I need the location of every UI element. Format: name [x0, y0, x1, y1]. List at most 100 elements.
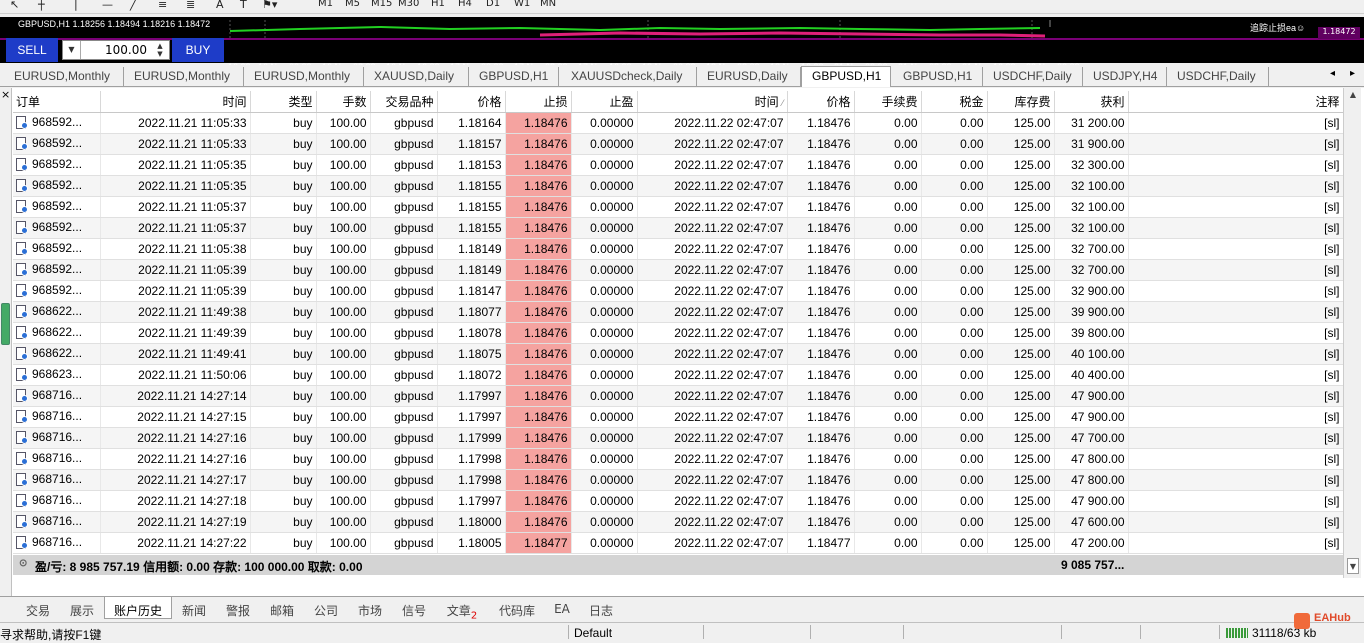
table-row[interactable]: 968592... 2022.11.21 11:05:35 buy 100.00 gbp… — [13, 175, 1344, 197]
table-row[interactable]: 968716... 2022.11.21 14:27:14 buy 100.00 gbp… — [13, 385, 1344, 407]
spin-arrows-icon[interactable]: ▲ ▼ — [153, 42, 167, 58]
vertical-line-icon[interactable]: | — [74, 0, 78, 11]
tab-company[interactable]: 公司 — [304, 600, 348, 620]
chart-tab[interactable]: USDJPY,H4 — [1083, 67, 1167, 86]
col-commission[interactable]: 手续费 — [854, 91, 922, 113]
fibonacci-icon[interactable]: ≣ — [186, 0, 195, 11]
chevron-down-icon[interactable]: ▼ — [63, 41, 81, 59]
col-close-time[interactable]: 时间 ⁄ — [637, 91, 788, 113]
trendline-icon[interactable]: ╱ — [130, 0, 137, 11]
lot-value[interactable]: 100.00 — [105, 43, 147, 57]
chart-tab[interactable]: EURUSD,Daily — [697, 67, 801, 86]
scroll-down-icon[interactable]: ▼ — [1346, 562, 1360, 576]
chart-tab[interactable]: USDCHF,Daily — [983, 67, 1083, 86]
table-row[interactable]: 968716... 2022.11.21 14:27:18 buy 100.00 gbp… — [13, 490, 1344, 512]
timeframe-m15[interactable]: M15 — [371, 0, 392, 9]
table-row[interactable]: 968622... 2022.11.21 11:49:39 buy 100.00 gbp… — [13, 322, 1344, 344]
sell-button[interactable]: SELL — [6, 38, 58, 62]
chart-tab[interactable]: XAUUSD,Daily — [364, 67, 469, 86]
arrow-tool-icon[interactable]: ⚑▾ — [262, 0, 277, 11]
chart-tab[interactable]: EURUSD,Monthly — [124, 67, 244, 86]
col-stop-loss[interactable]: 止损 — [505, 91, 572, 113]
vertical-scrollbar[interactable]: ▲ ▼ — [1343, 88, 1361, 578]
lot-size-input[interactable]: ▼ 100.00 ▲ ▼ — [62, 40, 170, 60]
col-symbol[interactable]: 交易品种 — [370, 91, 438, 113]
col-taxes[interactable]: 税金 — [921, 91, 988, 113]
timeframe-h1[interactable]: H1 — [431, 0, 445, 9]
buy-button[interactable]: BUY — [172, 38, 224, 62]
status-profile[interactable]: Default — [574, 626, 612, 640]
tab-account-history[interactable]: 账户历史 — [104, 597, 172, 619]
table-row[interactable]: 968592... 2022.11.21 11:05:39 buy 100.00 gbp… — [13, 259, 1344, 281]
label-tool-icon[interactable]: T — [240, 0, 247, 11]
text-tool-icon[interactable]: A — [216, 0, 224, 11]
resize-handle[interactable] — [1, 303, 10, 345]
table-row[interactable]: 968592... 2022.11.21 11:05:37 buy 100.00 gbp… — [13, 217, 1344, 239]
col-volume[interactable]: 手数 — [316, 91, 371, 113]
horizontal-line-icon[interactable]: — — [102, 0, 113, 11]
tab-journal[interactable]: 日志 — [578, 600, 624, 620]
table-row[interactable]: 968623... 2022.11.21 11:50:06 buy 100.00 gbp… — [13, 364, 1344, 386]
cell-taxes: 0.00 — [921, 217, 988, 239]
tab-scroll-right-icon[interactable]: ▸ — [1350, 68, 1355, 79]
table-row[interactable]: 968592... 2022.11.21 11:05:33 buy 100.00 gbp… — [13, 133, 1344, 155]
cursor-icon[interactable]: ↖ — [10, 0, 19, 11]
timeframe-d1[interactable]: D1 — [486, 0, 500, 9]
table-row[interactable]: 968622... 2022.11.21 11:49:38 buy 100.00 gbp… — [13, 301, 1344, 323]
chart-tab[interactable]: USDCHF,Daily — [1167, 67, 1269, 86]
order-id: 968716... — [32, 535, 83, 550]
timeframe-m1[interactable]: M1 — [318, 0, 333, 9]
table-row[interactable]: 968622... 2022.11.21 11:49:41 buy 100.00 gbp… — [13, 343, 1344, 365]
close-icon[interactable]: × — [1, 88, 10, 101]
timeframe-mn[interactable]: MN — [540, 0, 556, 9]
table-row[interactable]: 968592... 2022.11.21 11:05:35 buy 100.00 gbp… — [13, 154, 1344, 176]
table-row[interactable]: 968592... 2022.11.21 11:05:37 buy 100.00 gbp… — [13, 196, 1344, 218]
chart-tab[interactable]: EURUSD,Monthly — [244, 67, 364, 86]
col-profit[interactable]: 获利 — [1054, 91, 1129, 113]
table-row[interactable]: 968716... 2022.11.21 14:27:16 buy 100.00 gbp… — [13, 427, 1344, 449]
timeframe-w1[interactable]: W1 — [514, 0, 530, 9]
table-row[interactable]: 968592... 2022.11.21 11:05:38 buy 100.00 gbp… — [13, 238, 1344, 260]
channel-icon[interactable]: ≡ — [158, 0, 167, 11]
tab-signals[interactable]: 信号 — [392, 600, 436, 620]
tab-exposure[interactable]: 展示 — [60, 600, 104, 620]
table-row[interactable]: 968716... 2022.11.21 14:27:16 buy 100.00 gbp… — [13, 448, 1344, 470]
chart-tab[interactable]: EURUSD,Monthly — [4, 67, 124, 86]
table-row[interactable]: 968716... 2022.11.21 14:27:22 buy 100.00 gbp… — [13, 532, 1344, 554]
table-row[interactable]: 968716... 2022.11.21 14:27:17 buy 100.00 gbp… — [13, 469, 1344, 491]
cell-order: 968592... — [13, 280, 101, 302]
table-row[interactable]: 968592... 2022.11.21 11:05:33 buy 100.00 gbp… — [13, 112, 1344, 134]
timeframe-m5[interactable]: M5 — [345, 0, 360, 9]
cell-close-time: 2022.11.22 02:47:07 — [637, 301, 788, 323]
chart-tab[interactable]: XAUUSDcheck,Daily — [559, 67, 697, 86]
chart-tab-active[interactable]: GBPUSD,H1 — [801, 66, 891, 87]
tab-scroll-left-icon[interactable]: ◂ — [1330, 68, 1335, 79]
col-open-time[interactable]: 时间 — [100, 91, 251, 113]
table-row[interactable]: 968716... 2022.11.21 14:27:15 buy 100.00 gbp… — [13, 406, 1344, 428]
tab-alerts[interactable]: 警报 — [216, 600, 260, 620]
col-swap[interactable]: 库存费 — [987, 91, 1055, 113]
scroll-up-icon[interactable]: ▲ — [1346, 90, 1360, 104]
tab-news[interactable]: 新闻 — [172, 600, 216, 620]
table-row[interactable]: 968716... 2022.11.21 14:27:19 buy 100.00 gbp… — [13, 511, 1344, 533]
timeframe-h4[interactable]: H4 — [458, 0, 472, 9]
chart-tab[interactable]: GBPUSD,H1 — [891, 67, 983, 86]
tab-trade[interactable]: 交易 — [16, 600, 60, 620]
table-row[interactable]: 968592... 2022.11.21 11:05:39 buy 100.00 gbp… — [13, 280, 1344, 302]
col-type[interactable]: 类型 — [250, 91, 317, 113]
col-take-profit[interactable]: 止盈 — [571, 91, 638, 113]
tab-market[interactable]: 市场 — [348, 600, 392, 620]
timeframe-m30[interactable]: M30 — [398, 0, 419, 9]
col-order[interactable]: 订单 — [13, 91, 101, 113]
col-open-price[interactable]: 价格 — [437, 91, 506, 113]
col-comment[interactable]: 注释 — [1128, 91, 1344, 113]
col-close-price[interactable]: 价格 — [787, 91, 855, 113]
tab-code-base[interactable]: 代码库 — [488, 600, 546, 620]
crosshair-icon[interactable]: ┼ — [38, 0, 45, 11]
chart-tab[interactable]: GBPUSD,H1 — [469, 67, 559, 86]
tab-experts[interactable]: EA — [546, 600, 578, 620]
order-id: 968622... — [32, 325, 83, 340]
tab-mailbox[interactable]: 邮箱 — [260, 600, 304, 620]
cell-taxes: 0.00 — [921, 427, 988, 449]
tab-articles[interactable]: 文章2 — [436, 600, 488, 621]
